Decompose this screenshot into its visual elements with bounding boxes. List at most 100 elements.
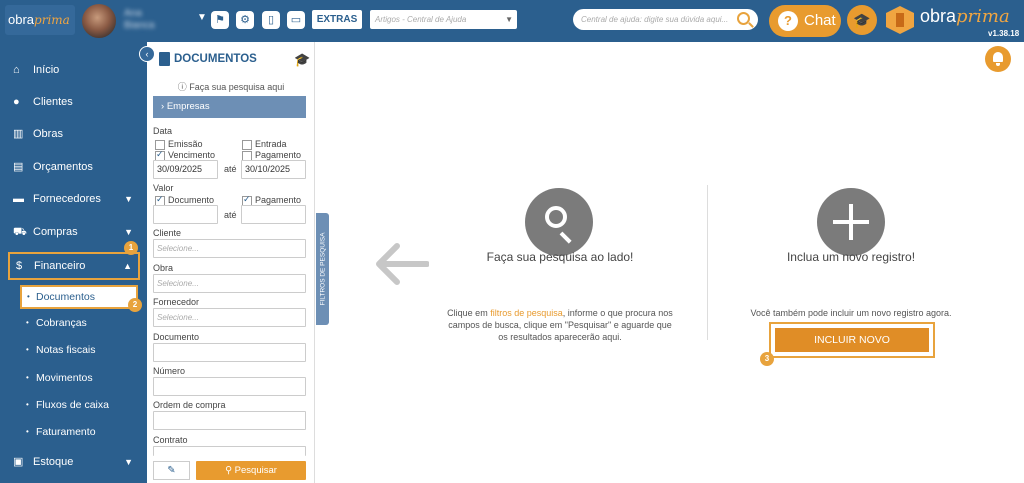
gear-icon[interactable]: ⚙ (236, 11, 254, 29)
step-badge-1: 1 (124, 241, 138, 255)
filters-side-tab[interactable]: FILTROS DE PESQUISA (316, 213, 329, 325)
sidebar-subitem-movimentos[interactable]: Movimentos (0, 366, 147, 390)
flag-icon[interactable]: ⚑ (211, 11, 229, 29)
mobile-icon[interactable]: ▯ (262, 11, 280, 29)
search-icon[interactable] (737, 12, 750, 25)
step-badge-3: 3 (760, 352, 774, 366)
right-heading: Inclua um novo registro! (786, 250, 916, 264)
empresas-accordion[interactable]: › Empresas (153, 96, 306, 118)
filter-panel: DOCUMENTOS 🎓 ⓘ Faça sua pesquisa aqui › … (147, 42, 315, 483)
artigos-select[interactable]: Artigos - Central de Ajuda ▼ (370, 10, 517, 29)
valor-to-input[interactable] (241, 205, 306, 224)
chevron-down-icon: ▼ (505, 15, 513, 24)
plus-icon (817, 188, 885, 256)
valor-label: Valor (153, 183, 174, 193)
sidebar-subitem-fluxos-de-caixa[interactable]: Fluxos de caixa (0, 393, 147, 417)
cliente-label: Cliente (153, 228, 182, 238)
chevron-up-icon: ▲ (123, 261, 132, 271)
documento-label: Documento (153, 332, 200, 342)
sidebar-subitem-documentos[interactable]: Documentos (20, 285, 138, 309)
contrato-input[interactable] (153, 446, 306, 456)
arrow-left-icon (376, 243, 429, 285)
collapse-sidebar-button[interactable]: ‹ (139, 46, 155, 62)
help-search-input[interactable]: Central de ajuda: digite sua dúvida aqui… (573, 9, 758, 30)
sidebar-item-orcamentos[interactable]: ▤ Orçamentos (0, 153, 147, 181)
sidebar-subitem-notas-fiscais[interactable]: Notas fiscais (0, 338, 147, 362)
numero-input[interactable] (153, 377, 306, 396)
filtros-de-pesquisa-link[interactable]: filtros de pesquisa (490, 308, 563, 318)
logo-text: obra (8, 12, 35, 27)
incluir-novo-button[interactable]: INCLUIR NOVO (775, 328, 929, 352)
search-button[interactable]: ⚲ Pesquisar (196, 461, 306, 480)
graduation-cap-icon[interactable]: 🎓 (294, 52, 310, 68)
panel-title: DOCUMENTOS (174, 53, 257, 65)
divider (707, 185, 708, 340)
ordem-compra-label: Ordem de compra (153, 400, 226, 410)
left-instructions: Clique em filtros de pesquisa, informe o… (447, 308, 673, 342)
incluir-highlight: INCLUIR NOVO (769, 322, 935, 358)
chevron-down-icon: ▼ (124, 194, 133, 204)
truck-icon: ▬ (13, 193, 24, 205)
sidebar-item-fornecedores[interactable]: ▬ Fornecedores ▼ (0, 185, 147, 213)
ate-label: até (224, 164, 237, 174)
step-badge-2: 2 (128, 298, 142, 312)
graduation-cap-icon[interactable]: 🎓 (847, 5, 877, 35)
sidebar-subitem-faturamento[interactable]: Faturamento (0, 420, 147, 444)
chat-label: Chat (804, 12, 836, 29)
obra-label: Obra (153, 263, 174, 273)
documento-input[interactable] (153, 343, 306, 362)
contrato-label: Contrato (153, 435, 188, 445)
extras-button[interactable]: EXTRAS (312, 10, 362, 29)
fornecedor-select[interactable]: Selecione... (153, 308, 306, 327)
data-label: Data (153, 126, 173, 136)
valor-from-input[interactable] (153, 205, 218, 224)
document-icon (159, 52, 170, 66)
logo-accent: prima (34, 13, 70, 27)
obra-select[interactable]: Selecione... (153, 274, 306, 293)
user-name: Ana Bianca (124, 8, 155, 31)
sidebar-item-obras[interactable]: ▥ Obras (0, 120, 147, 148)
clear-filters-button[interactable]: ✎ (153, 461, 190, 480)
ordem-compra-input[interactable] (153, 411, 306, 430)
version-label: v1.38.18 (988, 29, 1020, 38)
artigos-placeholder: Artigos - Central de Ajuda (375, 15, 467, 24)
chat-button[interactable]: ? Chat (769, 5, 841, 37)
user-icon: ● (13, 96, 20, 108)
chevron-down-icon[interactable]: ▼ (197, 12, 207, 23)
checkbox-entrada[interactable]: Entrada (242, 139, 287, 150)
right-instructions: Você também pode incluir um novo registr… (750, 308, 952, 318)
help-search-placeholder: Central de ajuda: digite sua dúvida aqui… (581, 15, 729, 24)
calculator-icon: ▤ (13, 161, 24, 173)
brand-logo: obraprima (920, 6, 1010, 27)
monitor-icon[interactable]: ▭ (287, 11, 305, 29)
avatar[interactable] (82, 4, 116, 38)
sidebar-item-compras[interactable]: ⛟ Compras ▼ (0, 218, 147, 246)
chevron-down-icon: ▼ (124, 457, 133, 467)
top-bar: obraprima Ana Bianca ▼ ⚑ ⚙ ▯ ▭ EXTRAS Art… (0, 0, 1024, 42)
date-to-input[interactable]: 30/10/2025 (241, 160, 306, 179)
info-icon: ⓘ (177, 82, 190, 92)
sidebar-item-estoque[interactable]: ▣ Estoque ▼ (0, 448, 147, 476)
numero-label: Número (153, 366, 186, 376)
bell-icon[interactable] (985, 46, 1011, 72)
fornecedor-label: Fornecedor (153, 297, 200, 307)
sidebar-item-inicio[interactable]: ⌂ Início (0, 56, 147, 84)
ate-label: até (224, 210, 237, 220)
eraser-icon: ✎ (167, 465, 176, 476)
brand-logo-icon (886, 6, 914, 34)
search-icon: ⚲ (225, 465, 235, 476)
dollar-icon: $ (16, 260, 23, 272)
sidebar-subitem-cobrancas[interactable]: Cobranças (0, 311, 147, 335)
sidebar-item-clientes[interactable]: ● Clientes (0, 88, 147, 116)
date-from-input[interactable]: 30/09/2025 (153, 160, 218, 179)
question-icon: ? (778, 11, 798, 31)
sidebar-item-financeiro[interactable]: $ Financeiro ▲ (8, 252, 140, 280)
app-logo[interactable]: obraprima (5, 5, 75, 35)
box-icon: ▣ (13, 456, 24, 468)
cart-icon: ⛟ (13, 226, 27, 238)
left-heading: Faça sua pesquisa ao lado! (486, 250, 634, 264)
search-icon (525, 188, 593, 256)
cliente-select[interactable]: Selecione... (153, 239, 306, 258)
search-hint: ⓘ Faça sua pesquisa aqui (177, 82, 285, 92)
sidebar: ⌂ Início ● Clientes ▥ Obras ▤ Orçamentos ▬ Fo… (0, 42, 147, 483)
